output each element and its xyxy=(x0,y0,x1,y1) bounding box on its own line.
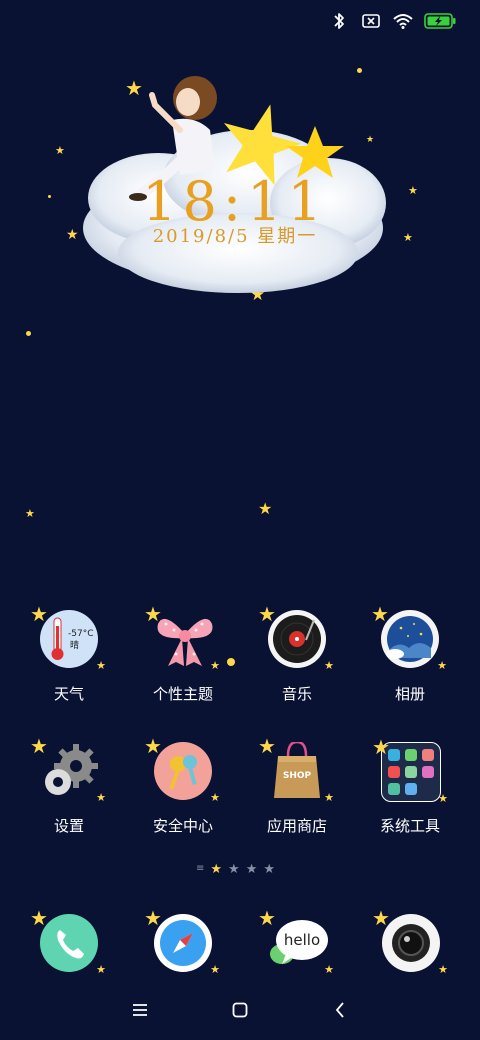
app-store[interactable]: SHOP ★ ★ 应用商店 xyxy=(242,734,352,857)
theme-bow-icon: ★ ★ xyxy=(144,602,220,672)
clock-date: 2019/8/5 星期一 xyxy=(152,226,318,247)
weather-icon: -57°C 晴 ★ ★ xyxy=(30,602,106,672)
dock-camera[interactable]: ★ ★ xyxy=(372,906,448,980)
app-label: 个性主题 xyxy=(152,685,213,703)
phone-icon: ★ ★ xyxy=(30,906,106,976)
app-gallery[interactable]: ★ ★ 相册 xyxy=(355,602,465,725)
star-decoration: ★ xyxy=(408,184,418,197)
settings-gear-icon: ★ ★ xyxy=(30,734,106,804)
chat-bubble-icon: hello ★ ★ xyxy=(258,906,334,976)
security-keys-icon: ★ ★ xyxy=(144,734,220,804)
weather-condition: 晴 xyxy=(70,639,79,651)
battery-charging-icon xyxy=(424,10,456,32)
app-label: 相册 xyxy=(394,685,425,703)
app-weather[interactable]: -57°C 晴 ★ ★ 天气 xyxy=(14,602,124,725)
home-button[interactable] xyxy=(220,995,260,1025)
page-indicator[interactable]: ≡ ★ ★ ★ ★ xyxy=(196,860,296,878)
app-themes[interactable]: ★ ★ 个性主题 xyxy=(128,602,238,725)
wifi-icon xyxy=(392,10,414,32)
app-label: 系统工具 xyxy=(379,817,440,835)
gallery-icon: ★ ★ xyxy=(371,602,447,672)
dock-messages[interactable]: hello ★ ★ xyxy=(258,906,334,980)
compass-icon: ★ ★ xyxy=(144,906,220,976)
page-dot-active[interactable]: ★ xyxy=(210,863,222,876)
home-icon xyxy=(232,1002,248,1018)
page-dot[interactable]: ★ xyxy=(263,863,275,876)
bluetooth-icon xyxy=(328,10,350,32)
star-decoration: ★ xyxy=(25,507,35,520)
clock-widget[interactable]: 18:11 2019/8/5 星期一 xyxy=(70,70,400,300)
system-tools-icon: ★ ★ xyxy=(372,735,448,805)
app-label: 音乐 xyxy=(281,685,312,703)
star-decoration: ★ xyxy=(258,499,273,518)
page-dot[interactable]: ★ xyxy=(246,863,258,876)
shop-text: SHOP xyxy=(283,771,312,781)
app-settings[interactable]: ★ ★ 设置 xyxy=(14,734,124,857)
nav-bar xyxy=(0,985,480,1040)
status-icons xyxy=(328,10,456,32)
page-indicator-lines-icon: ≡ xyxy=(196,863,205,874)
menu-icon xyxy=(133,1004,147,1016)
back-button[interactable] xyxy=(320,995,360,1025)
app-label: 设置 xyxy=(53,817,84,835)
dot-decoration xyxy=(26,331,31,336)
app-label: 安全中心 xyxy=(152,817,213,835)
dock-browser[interactable]: ★ ★ xyxy=(144,906,220,980)
page-dot[interactable]: ★ xyxy=(228,863,240,876)
dock-phone[interactable]: ★ ★ xyxy=(30,906,106,980)
app-music[interactable]: ★ ★ 音乐 xyxy=(242,602,352,725)
weather-temp: -57°C xyxy=(68,629,93,639)
star-decoration: ★ xyxy=(55,144,65,157)
music-record-icon: ★ ★ xyxy=(258,602,334,672)
app-system-tools[interactable]: ★ ★ 系统工具 xyxy=(355,735,465,857)
menu-button[interactable] xyxy=(120,995,160,1025)
dot-decoration xyxy=(48,195,51,198)
sim-none-icon xyxy=(360,10,382,32)
app-label: 天气 xyxy=(53,685,84,703)
app-security[interactable]: ★ ★ 安全中心 xyxy=(128,734,238,857)
status-bar xyxy=(0,0,480,44)
back-icon xyxy=(335,1002,344,1018)
star-decoration: ★ xyxy=(403,231,413,244)
camera-icon: ★ ★ xyxy=(372,906,448,976)
shop-bag-icon: SHOP ★ ★ xyxy=(258,734,334,804)
app-label: 应用商店 xyxy=(266,817,327,835)
chat-text: hello xyxy=(284,931,320,949)
